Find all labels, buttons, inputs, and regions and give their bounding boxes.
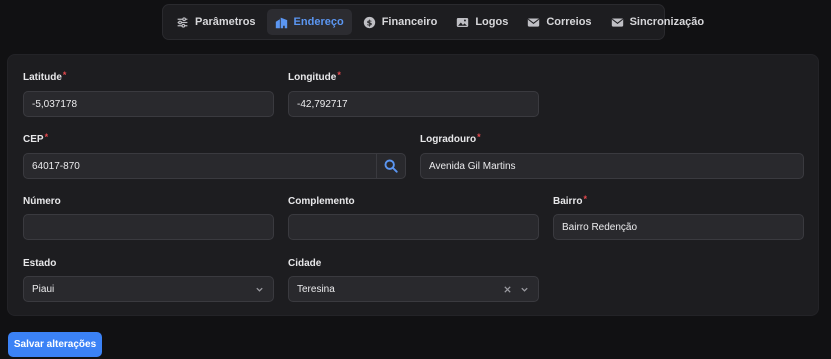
tab-logos[interactable]: Logos — [448, 9, 516, 35]
chevron-down-icon — [520, 277, 529, 301]
tab-parametros[interactable]: Parâmetros — [168, 9, 264, 35]
search-icon — [384, 159, 398, 173]
cidade-select[interactable]: Teresina — [288, 276, 539, 302]
latitude-label: Latitude* — [23, 70, 67, 83]
complemento-input[interactable] — [288, 214, 539, 240]
svg-text:$: $ — [366, 17, 372, 27]
logradouro-label: Logradouro* — [420, 132, 481, 145]
longitude-input[interactable]: -42,792717 — [288, 91, 539, 117]
settings-tabbar: Parâmetros Endereço $ Financeiro Logos C… — [162, 4, 704, 40]
logradouro-input[interactable]: Avenida Gil Martins — [420, 153, 804, 179]
tab-label: Logos — [475, 16, 509, 28]
bairro-label: Bairro* — [553, 194, 587, 207]
tab-endereco[interactable]: Endereço — [266, 9, 352, 35]
complemento-label: Complemento — [288, 196, 355, 207]
tab-correios[interactable]: Correios — [519, 9, 599, 35]
numero-input[interactable] — [23, 214, 274, 240]
tab-label: Endereço — [293, 16, 344, 28]
chevron-down-icon — [255, 277, 264, 301]
numero-label: Número — [23, 196, 61, 207]
clear-icon[interactable] — [503, 277, 512, 301]
tab-financeiro[interactable]: $ Financeiro — [355, 9, 446, 35]
sliders-icon — [177, 16, 188, 28]
tab-label: Sincronização — [629, 16, 705, 28]
envelope-icon — [528, 17, 540, 27]
cep-label: CEP* — [23, 132, 49, 145]
image-icon — [457, 17, 469, 27]
tab-label: Correios — [546, 16, 592, 28]
tab-label: Parâmetros — [195, 16, 256, 28]
tab-sincronizacao[interactable]: Sincronização — [603, 9, 713, 35]
dollar-circle-icon: $ — [363, 16, 375, 28]
envelope-icon — [611, 17, 623, 27]
longitude-label: Longitude* — [288, 70, 341, 83]
save-button[interactable]: Salvar alterações — [8, 332, 102, 357]
latitude-input[interactable]: -5,037178 — [23, 91, 274, 117]
cidade-label: Cidade — [288, 258, 322, 269]
estado-select[interactable]: Piaui — [23, 276, 274, 302]
estado-label: Estado — [23, 258, 57, 269]
tab-label: Financeiro — [381, 16, 438, 28]
building-icon — [275, 17, 287, 28]
bairro-input[interactable]: Bairro Redenção — [553, 214, 804, 240]
cep-input[interactable]: 64017-870 — [23, 153, 377, 179]
cep-search-button[interactable] — [376, 153, 406, 179]
